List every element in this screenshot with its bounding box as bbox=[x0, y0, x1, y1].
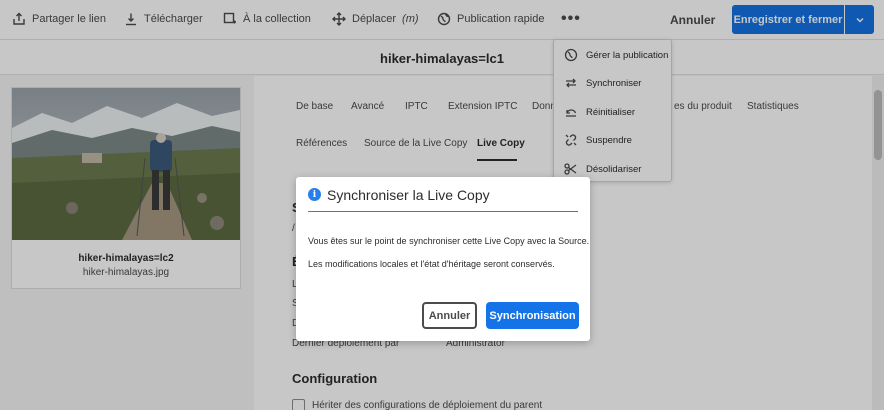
dialog-title: Synchroniser la Live Copy bbox=[327, 187, 490, 203]
info-icon: i bbox=[308, 188, 321, 201]
dialog-divider bbox=[308, 211, 578, 212]
dialog-cancel-button[interactable]: Annuler bbox=[422, 302, 477, 329]
dialog-message-2: Les modifications locales et l'état d'hé… bbox=[308, 259, 555, 269]
dialog-synchronize-button[interactable]: Synchronisation bbox=[486, 302, 579, 329]
sync-dialog: i Synchroniser la Live Copy Vous êtes su… bbox=[296, 177, 590, 341]
dialog-message-1: Vous êtes sur le point de synchroniser c… bbox=[308, 236, 590, 246]
